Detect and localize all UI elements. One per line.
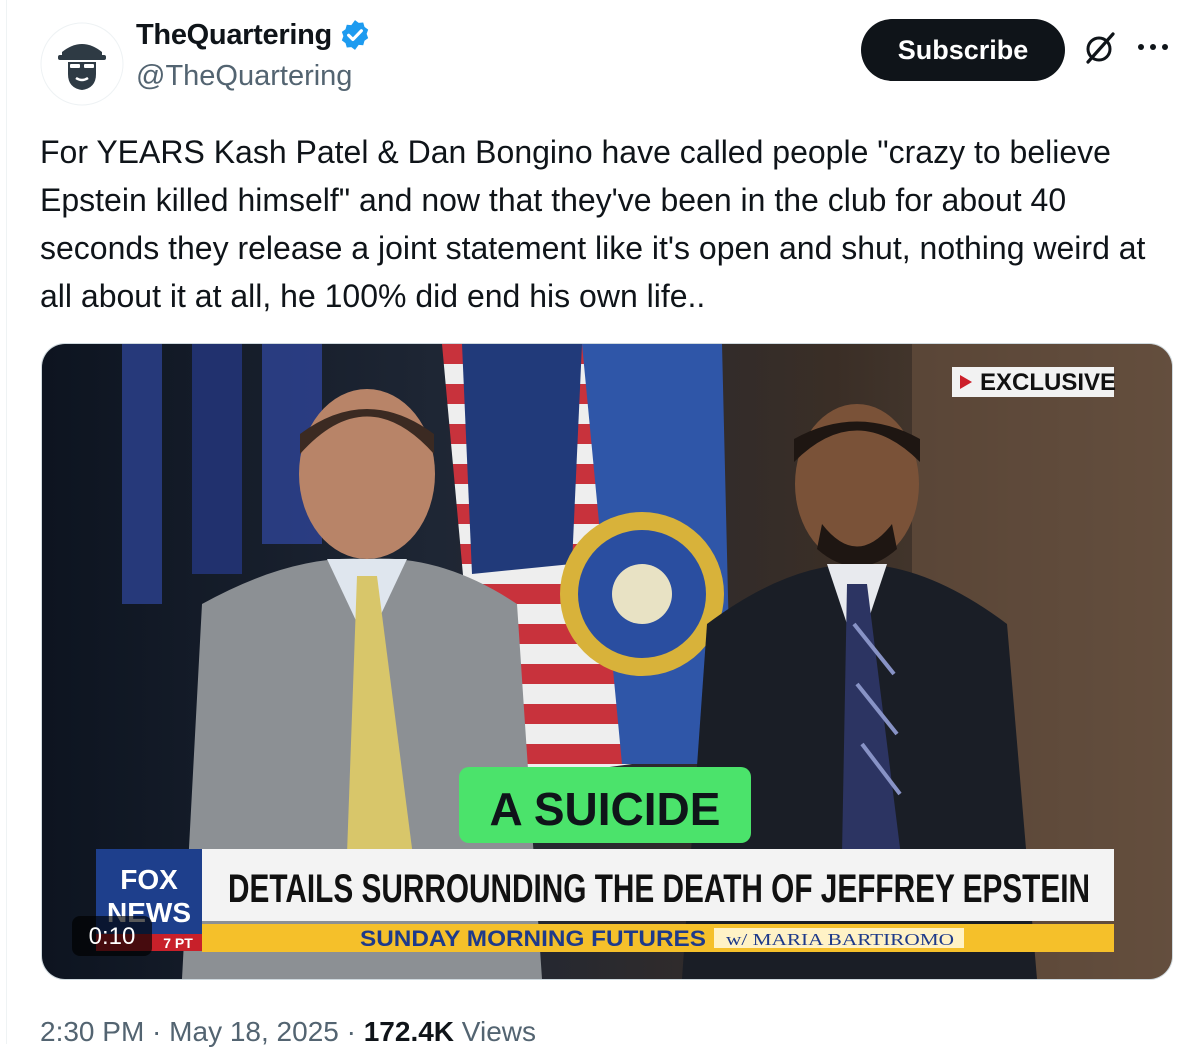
duration-text: 0:10 [89, 923, 136, 950]
logo-line1: FOX [120, 864, 178, 895]
tweet-text: For YEARS Kash Patel & Dan Bongino have … [40, 134, 1146, 314]
author-display-name[interactable]: TheQuartering [136, 19, 332, 52]
show-host-text: w/ MARIA BARTIROMO [726, 930, 954, 949]
time-zone-tag: 7 PT [163, 935, 193, 951]
verified-badge-icon [341, 20, 369, 50]
author-handle[interactable]: @TheQuartering [136, 60, 352, 93]
author-avatar[interactable] [40, 22, 124, 106]
video-player[interactable]: EXCLUSIVE A SUICIDE DETAILS SURROUNDING … [41, 343, 1173, 980]
exclusive-label: EXCLUSIVE [980, 369, 1116, 396]
author-name-row[interactable]: TheQuartering [136, 18, 372, 52]
caption-box: A SUICIDE [459, 767, 751, 843]
avatar-icon [40, 22, 124, 106]
lower-third: DETAILS SURROUNDING THE DEATH OF JEFFREY… [202, 849, 1114, 952]
tweet-meta-row: 2:30 PM · May 18, 2025 · 172.4K Views [40, 1016, 536, 1048]
caption-text: A SUICIDE [490, 783, 721, 835]
tweet-date[interactable]: May 18, 2025 [169, 1016, 339, 1047]
grok-icon[interactable] [1080, 28, 1120, 68]
video-frame: EXCLUSIVE A SUICIDE DETAILS SURROUNDING … [42, 344, 1172, 979]
views-label: Views [454, 1016, 536, 1047]
exclusive-tag: EXCLUSIVE [952, 367, 1116, 397]
show-name-text: SUNDAY MORNING FUTURES [360, 926, 706, 951]
meta-separator: · [144, 1016, 170, 1047]
timeline-divider [6, 0, 7, 1044]
meta-separator: · [338, 1016, 364, 1047]
views-count: 172.4K [363, 1016, 455, 1047]
headline-text: DETAILS SURROUNDING THE DEATH OF JEFFREY… [228, 867, 1090, 911]
more-dots-icon[interactable] [1136, 40, 1170, 54]
duration-badge: 0:10 [72, 916, 152, 956]
tweet-time[interactable]: 2:30 PM [40, 1016, 144, 1047]
subscribe-button[interactable]: Subscribe [861, 19, 1065, 81]
